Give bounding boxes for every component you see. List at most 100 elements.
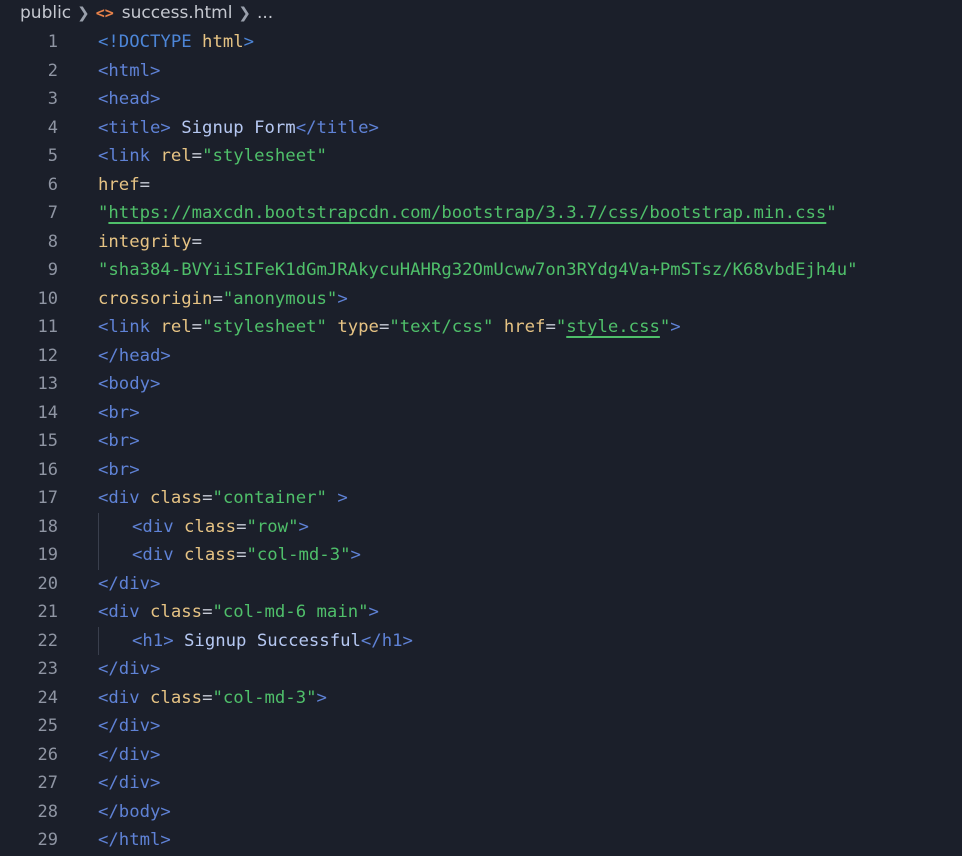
line-number: 14 bbox=[37, 402, 58, 423]
code-line[interactable]: 10 crossorigin="anonymous"> bbox=[0, 285, 962, 314]
code-token: = bbox=[191, 146, 203, 166]
code-token: " bbox=[555, 317, 567, 337]
code-line[interactable]: 24 <div class="col-md-3"> bbox=[0, 684, 962, 713]
code-token: </title> bbox=[295, 117, 379, 138]
code-token: > bbox=[337, 288, 348, 309]
code-token: "col-md-3" bbox=[212, 687, 317, 708]
code-line[interactable]: 19 <div class="col-md-3"> bbox=[0, 541, 962, 570]
code-line[interactable]: 15 <br> bbox=[0, 427, 962, 456]
line-number: 26 bbox=[37, 744, 58, 765]
code-line[interactable]: 6 href= bbox=[0, 171, 962, 200]
code-line[interactable]: 27 </div> bbox=[0, 769, 962, 798]
code-line[interactable]: 4 <title> Signup Form</title> bbox=[0, 114, 962, 143]
code-token: "text/css" bbox=[389, 317, 494, 337]
code-token: <body> bbox=[98, 374, 161, 394]
code-token: class bbox=[184, 516, 237, 537]
code-token: Signup Successful bbox=[173, 630, 361, 651]
line-number: 1 bbox=[47, 32, 58, 52]
code-line[interactable]: 16 <br> bbox=[0, 456, 962, 485]
line-number: 2 bbox=[47, 60, 58, 81]
code-token: style.css bbox=[566, 317, 660, 337]
code-line[interactable]: 14 <br> bbox=[0, 399, 962, 428]
indent-guide bbox=[98, 626, 99, 655]
code-token: > bbox=[326, 488, 348, 508]
chevron-right-icon: ❯ bbox=[238, 4, 251, 22]
code-line[interactable]: 25 </div> bbox=[0, 712, 962, 741]
code-token: <html> bbox=[98, 60, 161, 81]
line-number: 7 bbox=[47, 203, 58, 223]
code-token: </html> bbox=[98, 830, 171, 850]
line-number: 17 bbox=[37, 488, 58, 508]
code-line[interactable]: 21 <div class="col-md-6 main"> bbox=[0, 598, 962, 627]
code-text: crossorigin="anonymous"> bbox=[98, 285, 348, 314]
line-number: 8 bbox=[47, 231, 58, 252]
code-line[interactable]: 9 "sha384-BVYiiSIFeK1dGmJRAkycuHAHRg32OmU… bbox=[0, 256, 962, 285]
code-token: </div> bbox=[98, 744, 161, 765]
line-number: 23 bbox=[37, 659, 58, 679]
code-token: = bbox=[545, 317, 556, 337]
code-line[interactable]: 7 "https://maxcdn.bootstrapcdn.com/bootst… bbox=[0, 199, 962, 228]
code-line[interactable]: 5 <link rel="stylesheet" bbox=[0, 142, 962, 171]
code-line[interactable]: 17 <div class="container" > bbox=[0, 484, 962, 513]
code-token: = bbox=[202, 687, 213, 708]
code-text: </div> bbox=[98, 741, 160, 770]
code-line[interactable]: 18 <div class="row"> bbox=[0, 512, 962, 542]
code-token: class bbox=[150, 687, 203, 708]
code-token: <head> bbox=[98, 89, 161, 109]
line-number: 29 bbox=[37, 830, 58, 850]
breadcrumb-more[interactable]: ... bbox=[257, 3, 273, 23]
line-number: 18 bbox=[37, 516, 58, 537]
code-line[interactable]: 13 <body> bbox=[0, 370, 962, 399]
code-line[interactable]: 20 </div> bbox=[0, 570, 962, 599]
code-text: <div class="col-md-3"> bbox=[98, 684, 327, 713]
code-token: </body> bbox=[98, 801, 171, 822]
breadcrumb-file[interactable]: success.html bbox=[122, 3, 233, 23]
code-editor[interactable]: 1 <!DOCTYPE html> 2 <html> 3 <head> 4 <title> S… bbox=[0, 28, 962, 856]
breadcrumb-folder[interactable]: public bbox=[20, 3, 71, 23]
code-token: <br> bbox=[98, 459, 140, 480]
code-text: <br> bbox=[98, 456, 140, 485]
code-line[interactable]: 12 </head> bbox=[0, 342, 962, 371]
code-line[interactable]: 26 </div> bbox=[0, 741, 962, 770]
code-line[interactable]: 22 <h1> Signup Successful</h1> bbox=[0, 626, 962, 656]
code-token: <link bbox=[98, 146, 151, 166]
line-number: 24 bbox=[37, 687, 58, 708]
code-token: "col-md-6 main" bbox=[212, 602, 369, 622]
line-number: 28 bbox=[37, 801, 58, 822]
line-number: 5 bbox=[47, 146, 58, 166]
code-token: integrity bbox=[98, 231, 192, 252]
code-token: crossorigin bbox=[98, 288, 213, 309]
line-number: 21 bbox=[37, 602, 58, 622]
code-token: </div> bbox=[98, 716, 161, 736]
code-token: > bbox=[316, 687, 327, 708]
code-line[interactable]: 1 <!DOCTYPE html> bbox=[0, 28, 962, 57]
code-text: <!DOCTYPE html> bbox=[98, 28, 254, 57]
code-token: https://maxcdn.bootstrapcdn.com/bootstra… bbox=[108, 203, 827, 223]
code-token: </h1> bbox=[360, 630, 413, 651]
code-line[interactable]: 3 <head> bbox=[0, 85, 962, 114]
code-token: > bbox=[298, 516, 309, 537]
code-line[interactable]: 2 <html> bbox=[0, 57, 962, 86]
line-number: 25 bbox=[37, 716, 58, 736]
line-number: 19 bbox=[37, 545, 58, 565]
line-number: 27 bbox=[37, 773, 58, 793]
code-line[interactable]: 11 <link rel="stylesheet" type="text/css"… bbox=[0, 313, 962, 342]
code-token: <title> bbox=[98, 117, 171, 138]
code-text: <div class="row"> bbox=[132, 513, 309, 542]
code-token: </div> bbox=[98, 659, 161, 679]
code-text: <br> bbox=[98, 399, 140, 428]
code-line[interactable]: 8 integrity= bbox=[0, 228, 962, 257]
code-line[interactable]: 23 </div> bbox=[0, 655, 962, 684]
code-token: > bbox=[368, 602, 379, 622]
code-line[interactable]: 29 </html> bbox=[0, 826, 962, 855]
code-token: <br> bbox=[98, 431, 140, 451]
code-line[interactable]: 28 </body> bbox=[0, 798, 962, 827]
code-token: "stylesheet" bbox=[202, 146, 327, 166]
code-token: "anonymous" bbox=[222, 288, 338, 309]
code-text: </div> bbox=[98, 655, 160, 684]
code-token: > bbox=[243, 32, 255, 52]
code-text: <h1> Signup Successful</h1> bbox=[132, 627, 413, 656]
